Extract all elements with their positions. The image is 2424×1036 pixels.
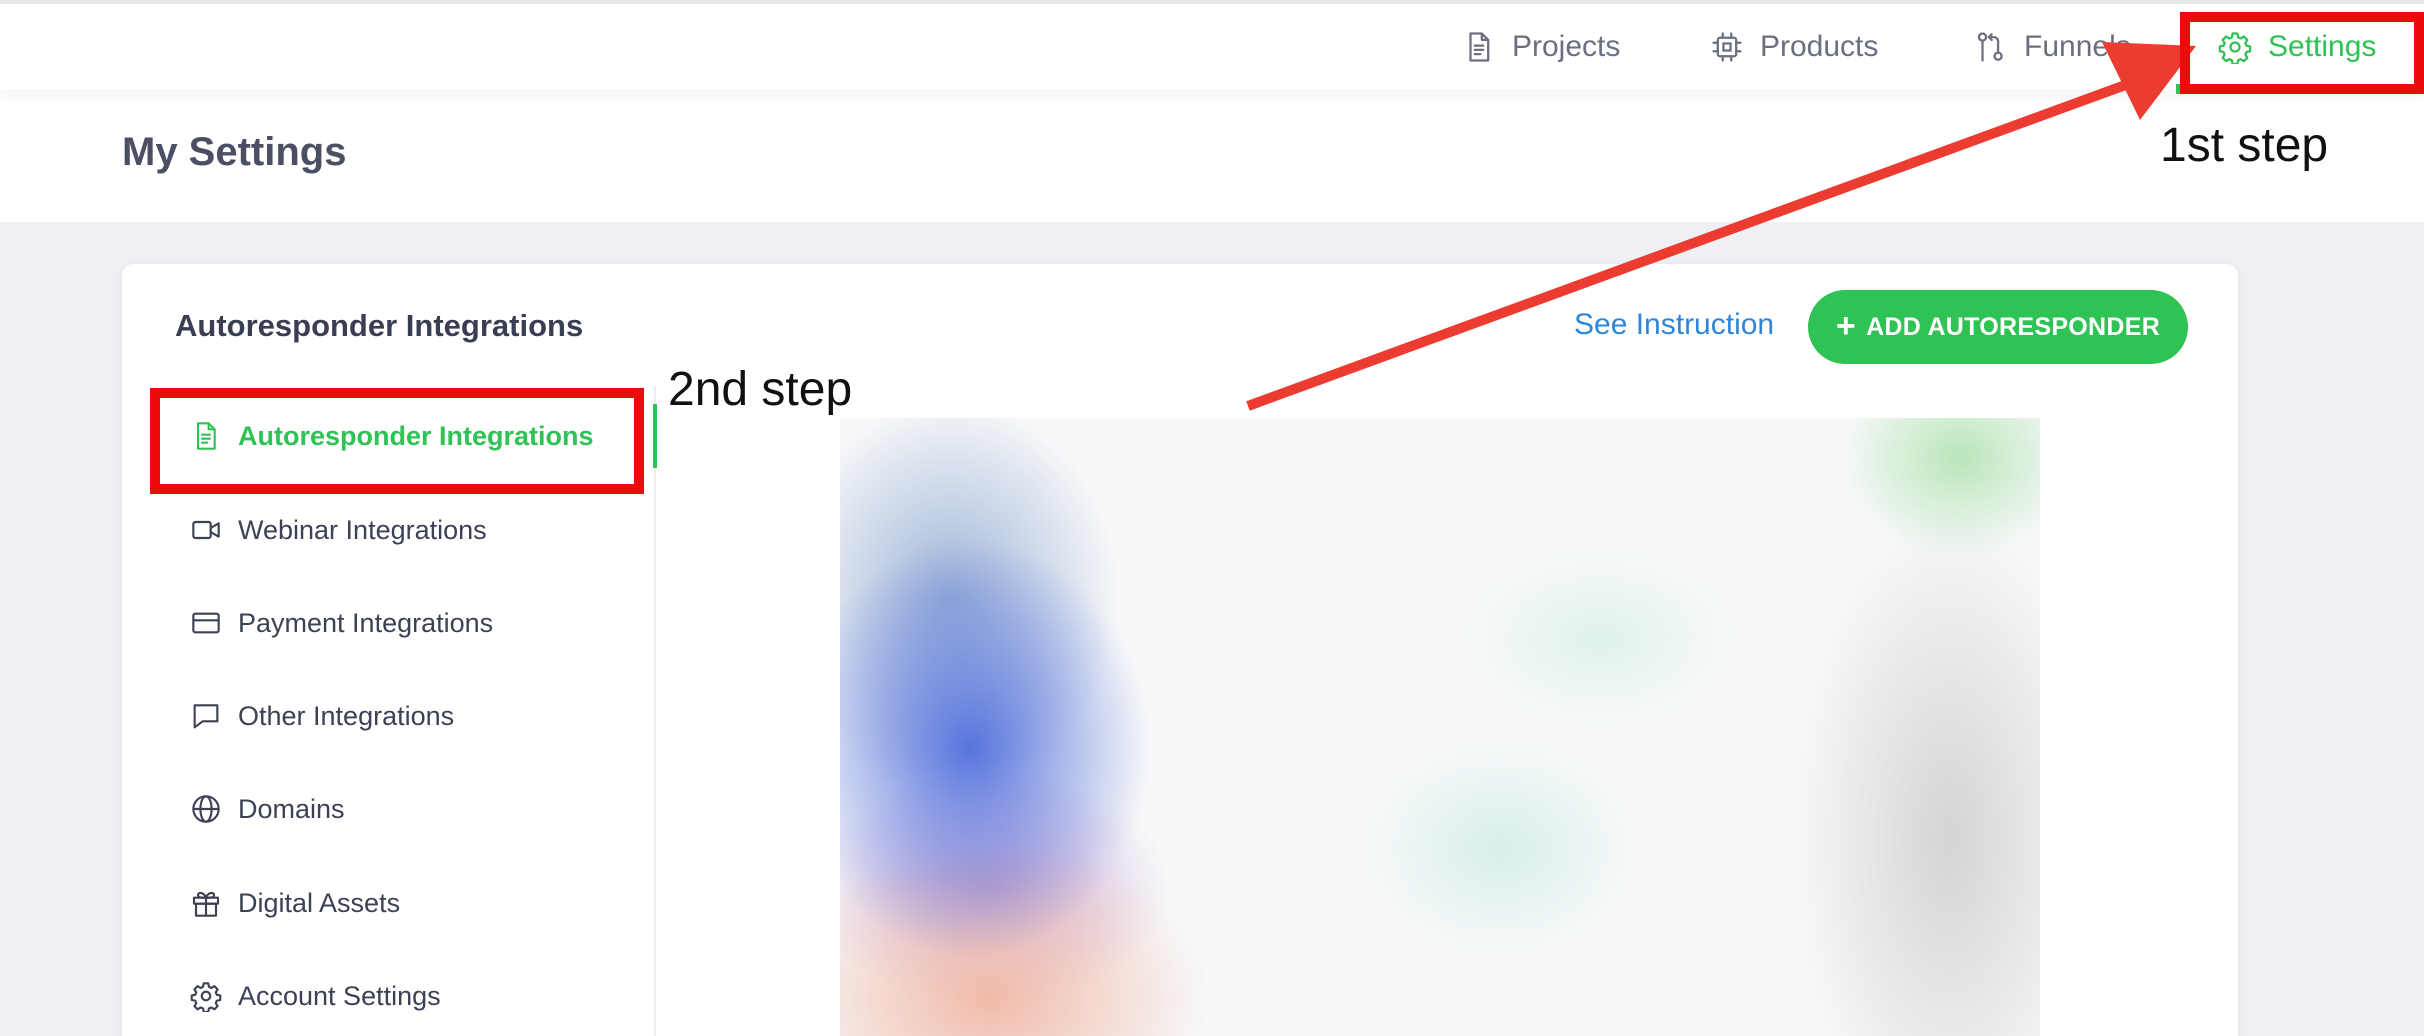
chip-icon bbox=[1712, 32, 1742, 62]
nav-projects-label: Projects bbox=[1512, 30, 1621, 63]
settings-highlight-box bbox=[2180, 12, 2424, 94]
menu-item-domains[interactable]: Domains bbox=[190, 779, 345, 839]
step-two-annotation: 2nd step bbox=[668, 363, 853, 416]
blurred-content-image bbox=[840, 418, 2040, 1036]
add-autoresponder-label: ADD AUTORESPONDER bbox=[1866, 312, 2161, 341]
plus-icon: + bbox=[1835, 306, 1857, 345]
active-menu-indicator bbox=[653, 404, 657, 468]
nav-projects[interactable]: Projects bbox=[1462, 8, 1620, 86]
page-title: My Settings bbox=[122, 130, 347, 174]
credit-card-icon bbox=[192, 612, 220, 634]
nav-products-label: Products bbox=[1760, 30, 1879, 63]
menu-item-webinar-integrations[interactable]: Webinar Integrations bbox=[190, 500, 487, 560]
see-instruction-link[interactable]: See Instruction bbox=[1574, 308, 1774, 342]
menu-item-payment-integrations[interactable]: Payment Integrations bbox=[190, 593, 493, 653]
flow-icon bbox=[1977, 32, 2003, 62]
menu-highlight-box bbox=[150, 388, 644, 494]
nav-funnels-label: Funnels bbox=[2024, 30, 2131, 63]
menu-item-label: Payment Integrations bbox=[238, 607, 494, 638]
gift-icon bbox=[192, 891, 220, 917]
chat-bubble-icon bbox=[193, 704, 219, 729]
step-one-annotation: 1st step bbox=[2160, 119, 2329, 172]
menu-item-digital-assets[interactable]: Digital Assets bbox=[190, 873, 400, 933]
menu-item-other-integrations[interactable]: Other Integrations bbox=[190, 686, 454, 746]
nav-products[interactable]: Products bbox=[1710, 8, 1878, 86]
card-title: Autoresponder Integrations bbox=[175, 308, 584, 343]
menu-item-label: Domains bbox=[238, 793, 345, 824]
nav-funnels[interactable]: Funnels bbox=[1974, 8, 2131, 86]
menu-item-label: Digital Assets bbox=[238, 887, 401, 918]
document-icon bbox=[1469, 32, 1490, 62]
menu-item-label: Webinar Integrations bbox=[238, 514, 487, 545]
menu-item-account-settings[interactable]: Account Settings bbox=[190, 966, 441, 1026]
add-autoresponder-button[interactable]: + ADD AUTORESPONDER bbox=[1808, 290, 2188, 364]
menu-item-label: Other Integrations bbox=[238, 700, 455, 731]
menu-item-label: Account Settings bbox=[238, 980, 441, 1011]
integrations-card: Autoresponder Integrations See Instructi… bbox=[122, 264, 2238, 1036]
settings-page: Projects Products Funnels Settings My Se… bbox=[0, 0, 2424, 1036]
gear-icon bbox=[190, 982, 222, 1012]
globe-icon bbox=[192, 795, 220, 823]
page-header: My Settings bbox=[0, 90, 2424, 222]
top-navigation-bar: Projects Products Funnels Settings bbox=[0, 0, 2424, 94]
video-camera-icon bbox=[192, 520, 220, 540]
